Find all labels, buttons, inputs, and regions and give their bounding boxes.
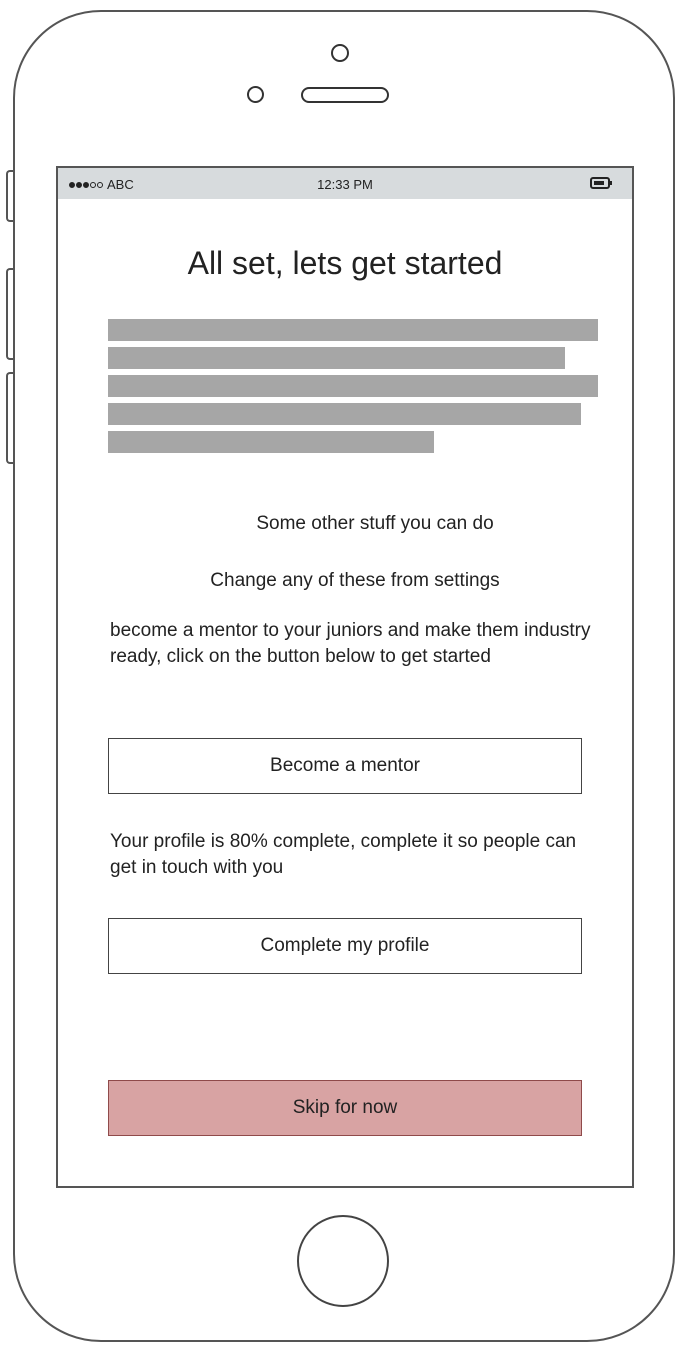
proximity-sensor-icon: [247, 86, 264, 103]
home-button[interactable]: [297, 1215, 389, 1307]
placeholder-text-line: [108, 319, 598, 341]
placeholder-text-line: [108, 347, 565, 369]
placeholder-text-line: [108, 403, 581, 425]
status-bar-time: 12:33 PM: [317, 177, 373, 192]
phone-screen: ABC 12:33 PM All set, lets get started S…: [56, 166, 634, 1188]
become-mentor-button[interactable]: Become a mentor: [108, 738, 582, 794]
profile-completion-text: Your profile is 80% complete, complete i…: [110, 831, 577, 878]
complete-profile-button[interactable]: Complete my profile: [108, 918, 582, 974]
skip-button[interactable]: Skip for now: [108, 1080, 582, 1136]
mentor-description: become a mentor to your juniors and make…: [110, 620, 591, 667]
settings-note: Change any of these from settings: [210, 570, 500, 591]
placeholder-text-line: [108, 431, 434, 453]
page-title: All set, lets get started: [187, 245, 503, 281]
other-stuff-heading: Some other stuff you can do: [256, 513, 494, 534]
status-bar: ABC 12:33 PM: [58, 168, 632, 199]
earpiece-speaker-icon: [301, 87, 389, 103]
placeholder-text-line: [108, 375, 598, 397]
battery-icon: [590, 177, 612, 189]
front-camera-icon: [331, 44, 349, 62]
